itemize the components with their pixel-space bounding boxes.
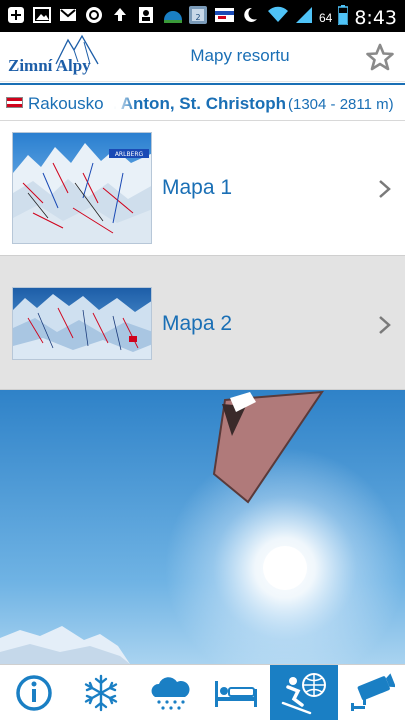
nav-webcams[interactable] bbox=[338, 665, 405, 720]
map-thumbnail bbox=[12, 287, 152, 360]
moon-icon bbox=[240, 5, 260, 25]
card-icon bbox=[214, 5, 234, 25]
skier-globe-icon bbox=[281, 673, 326, 715]
resort-name: St. Anton, St. Christoph bbox=[114, 94, 286, 113]
map-thumbnail: ARLBERG bbox=[12, 132, 152, 244]
webcam-icon bbox=[351, 673, 396, 711]
status-bar: 2 64 8:43 bbox=[0, 0, 405, 32]
map-list-item[interactable]: Mapa 2 bbox=[0, 256, 405, 390]
battery-icon bbox=[337, 5, 350, 30]
image-icon bbox=[32, 5, 52, 25]
nav-info[interactable] bbox=[0, 665, 68, 720]
weather-icon bbox=[162, 5, 182, 25]
sync-icon bbox=[84, 5, 104, 25]
thumb-badge: ARLBERG bbox=[115, 151, 144, 158]
chevron-right-icon bbox=[377, 178, 393, 200]
bed-icon bbox=[215, 681, 258, 707]
favorite-button[interactable] bbox=[365, 42, 395, 72]
austria-flag-icon bbox=[6, 97, 23, 108]
nav-accommodation[interactable] bbox=[203, 665, 271, 720]
hero-ski-photo bbox=[0, 390, 405, 664]
nav-ski-maps[interactable] bbox=[270, 665, 338, 720]
bottom-navigation bbox=[0, 664, 405, 720]
system-icons: 64 8:43 bbox=[267, 5, 397, 30]
page-title: Mapy resortu bbox=[190, 46, 290, 65]
map-label: Mapa 1 bbox=[162, 176, 233, 199]
notification-icons: 2 bbox=[6, 5, 260, 25]
snow-cloud-icon bbox=[151, 677, 190, 710]
signal-icon bbox=[295, 6, 313, 29]
chevron-right-icon bbox=[377, 314, 393, 336]
nav-snow-conditions[interactable] bbox=[68, 665, 136, 720]
altitude-range: (1304 - 2811 m) bbox=[288, 96, 394, 113]
star-outline-icon bbox=[366, 43, 394, 71]
logo-text: Zimní Alpy bbox=[8, 56, 91, 75]
photo-icon bbox=[136, 5, 156, 25]
battery-percent: 64 bbox=[318, 10, 333, 25]
gmail-icon bbox=[58, 5, 78, 25]
app-logo[interactable]: Zimní Alpy bbox=[6, 34, 116, 80]
nav-weather[interactable] bbox=[135, 665, 203, 720]
app-header: Zimní Alpy Mapy resortu bbox=[0, 32, 405, 82]
map-label: Mapa 2 bbox=[162, 312, 233, 335]
map-list-item[interactable]: ARLBERG Mapa 1 bbox=[0, 122, 405, 256]
calendar-icon: 2 bbox=[188, 5, 208, 25]
snowflake-icon bbox=[85, 674, 118, 712]
upload-icon bbox=[110, 5, 130, 25]
plus-icon bbox=[6, 5, 26, 25]
svg-text:2: 2 bbox=[195, 13, 200, 22]
info-icon bbox=[16, 675, 52, 711]
wifi-icon bbox=[267, 6, 289, 29]
resort-bar: Rakousko St. Anton, St. Christoph (1304 … bbox=[0, 83, 405, 121]
resort-name-marquee: St. Anton, St. Christoph bbox=[114, 92, 286, 116]
clock: 8:43 bbox=[354, 6, 397, 29]
country-label: Rakousko bbox=[28, 94, 104, 113]
